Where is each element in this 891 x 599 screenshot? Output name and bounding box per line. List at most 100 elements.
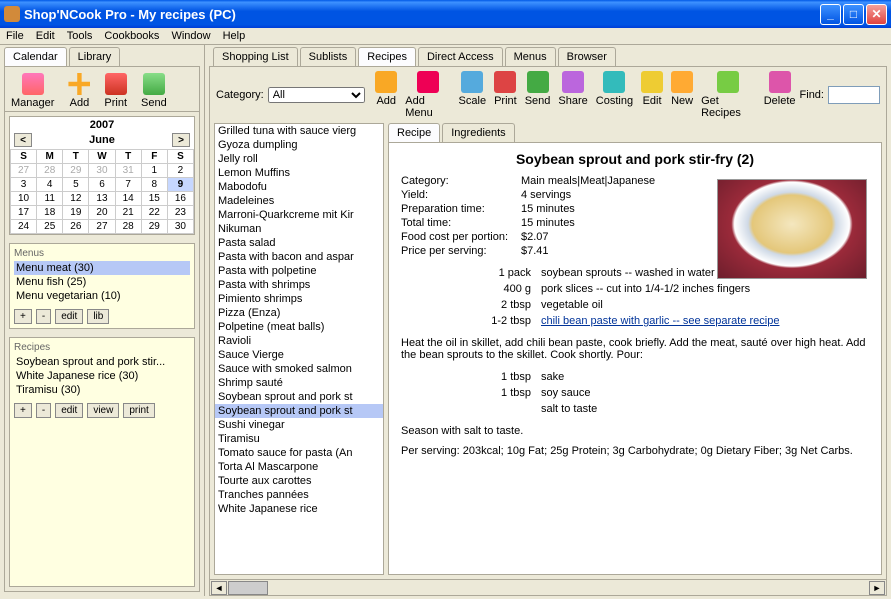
recipe-list-item[interactable]: Marroni-Quarkcreme mit Kir [215,208,383,222]
scroll-right-icon[interactable]: ► [869,581,885,595]
tool2-send[interactable]: Send [525,71,551,119]
menu-item[interactable]: Menu fish (25) [14,275,190,289]
recipe-list-item[interactable]: Tourte aux carottes [215,474,383,488]
recipe-list-item[interactable]: Pasta with polpetine [215,264,383,278]
recipe-list[interactable]: Grilled tuna with sauce viergGyoza dumpl… [214,123,384,575]
tab-browser[interactable]: Browser [558,47,616,66]
recipe-list-item[interactable]: Mabodofu [215,180,383,194]
tool-send[interactable]: Send [141,73,167,109]
calendar-grid[interactable]: SMTWTFS272829303112345678910111213141516… [10,149,194,234]
cal-day[interactable]: 27 [89,220,115,234]
recipes-btn--[interactable]: - [36,403,51,418]
rtab-ingredients[interactable]: Ingredients [442,123,514,142]
recipe-list-item[interactable]: Lemon Muffins [215,166,383,180]
cal-day[interactable]: 10 [11,192,37,206]
cal-day[interactable]: 14 [115,192,141,206]
menu-window[interactable]: Window [171,30,210,42]
menu-edit[interactable]: Edit [36,30,55,42]
cal-day[interactable]: 13 [89,192,115,206]
cal-day[interactable]: 17 [11,206,37,220]
cal-day[interactable]: 4 [37,178,63,192]
cal-day[interactable]: 15 [141,192,167,206]
close-button[interactable]: ✕ [866,4,887,25]
tab-calendar[interactable]: Calendar [4,47,67,66]
recipe-list-item[interactable]: Sushi vinegar [215,418,383,432]
cal-day[interactable]: 16 [167,192,193,206]
recipe-list-item[interactable]: White Japanese rice [215,502,383,516]
ing-link[interactable]: chili bean paste with garlic -- see sepa… [541,315,779,327]
h-scrollbar[interactable]: ◄ ► [210,579,886,595]
tool2-add menu[interactable]: Add Menu [405,71,450,119]
find-input[interactable] [828,86,880,104]
cal-day[interactable]: 30 [89,164,115,178]
recipe-list-item[interactable]: Sauce with smoked salmon [215,362,383,376]
recipe-list-item[interactable]: Gyoza dumpling [215,138,383,152]
cal-day[interactable]: 2 [167,164,193,178]
menus-btn-+[interactable]: + [14,309,32,324]
tab-direct access[interactable]: Direct Access [418,47,503,66]
recipe-list-item[interactable]: Tiramisu [215,432,383,446]
recipe-list-item[interactable]: Soybean sprout and pork st [215,390,383,404]
tab-recipes[interactable]: Recipes [358,47,416,66]
menu-item[interactable]: Menu vegetarian (10) [14,289,190,303]
menus-btn-lib[interactable]: lib [87,309,109,324]
cal-day[interactable]: 1 [141,164,167,178]
cal-day[interactable]: 23 [167,206,193,220]
recipe-list-item[interactable]: Shrimp sauté [215,376,383,390]
cal-day[interactable]: 30 [167,220,193,234]
cal-day[interactable]: 21 [115,206,141,220]
menu-help[interactable]: Help [223,30,246,42]
recipe-mini-item[interactable]: White Japanese rice (30) [14,369,190,383]
tool-add[interactable]: Add [68,73,90,109]
tool2-get recipes[interactable]: Get Recipes [701,71,756,119]
recipe-list-item[interactable]: Tomato sauce for pasta (An [215,446,383,460]
cal-prev[interactable]: < [14,133,32,147]
recipe-list-item[interactable]: Madeleines [215,194,383,208]
menu-file[interactable]: File [6,30,24,42]
tool2-new[interactable]: New [671,71,693,119]
tool2-add[interactable]: Add [375,71,397,119]
menus-btn--[interactable]: - [36,309,51,324]
cal-day[interactable]: 19 [63,206,89,220]
cal-day[interactable]: 20 [89,206,115,220]
recipe-list-item[interactable]: Pasta with shrimps [215,278,383,292]
cal-day[interactable]: 9 [167,178,193,192]
recipe-list-item[interactable]: Pimiento shrimps [215,292,383,306]
minimize-button[interactable]: _ [820,4,841,25]
tab-shopping list[interactable]: Shopping List [213,47,298,66]
cal-day[interactable]: 8 [141,178,167,192]
cal-day[interactable]: 25 [37,220,63,234]
cal-day[interactable]: 27 [11,164,37,178]
cal-day[interactable]: 31 [115,164,141,178]
cal-day[interactable]: 6 [89,178,115,192]
tab-library[interactable]: Library [69,47,121,66]
recipe-mini-item[interactable]: Soybean sprout and pork stir... [14,355,190,369]
recipe-list-item[interactable]: Grilled tuna with sauce vierg [215,124,383,138]
tab-menus[interactable]: Menus [505,47,556,66]
menu-item[interactable]: Menu meat (30) [14,261,190,275]
tool-manager[interactable]: Manager [11,73,54,109]
tool2-edit[interactable]: Edit [641,71,663,119]
menu-tools[interactable]: Tools [67,30,93,42]
cal-day[interactable]: 22 [141,206,167,220]
cal-day[interactable]: 29 [63,164,89,178]
recipes-btn-view[interactable]: view [87,403,119,418]
recipe-list-item[interactable]: Pizza (Enza) [215,306,383,320]
recipe-list-item[interactable]: Polpetine (meat balls) [215,320,383,334]
recipe-list-item[interactable]: Jelly roll [215,152,383,166]
cal-day[interactable]: 11 [37,192,63,206]
menus-btn-edit[interactable]: edit [55,309,83,324]
tool2-costing[interactable]: Costing [596,71,633,119]
recipe-list-item[interactable]: Torta Al Mascarpone [215,460,383,474]
tab-sublists[interactable]: Sublists [300,47,357,66]
tool2-delete[interactable]: Delete [764,71,796,119]
tool2-share[interactable]: Share [558,71,587,119]
recipe-list-item[interactable]: Tranches pannées [215,488,383,502]
cal-day[interactable]: 28 [115,220,141,234]
cal-day[interactable]: 28 [37,164,63,178]
cal-day[interactable]: 24 [11,220,37,234]
recipe-list-item[interactable]: Soybean sprout and pork st [215,404,383,418]
recipe-list-item[interactable]: Pasta with bacon and aspar [215,250,383,264]
cal-day[interactable]: 3 [11,178,37,192]
cal-day[interactable]: 29 [141,220,167,234]
